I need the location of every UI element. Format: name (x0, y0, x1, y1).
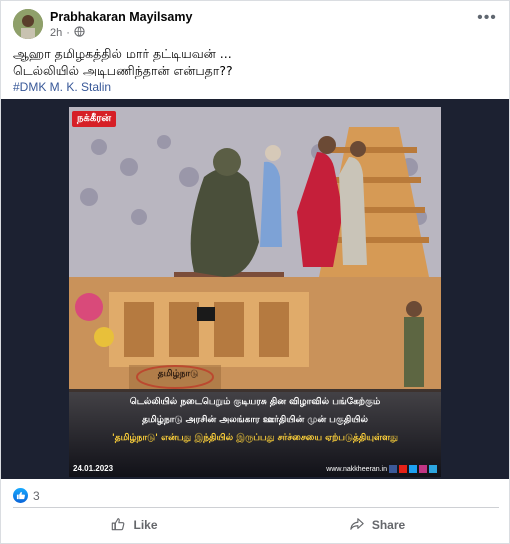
brand-logo: நக்கீரன் (72, 111, 117, 127)
divider (13, 507, 499, 508)
instagram-icon (419, 465, 427, 473)
share-arrow-icon (350, 517, 364, 534)
like-label: Like (133, 518, 158, 532)
post-meta: 2h · (50, 26, 85, 40)
more-options-button[interactable]: ••• (475, 9, 499, 31)
poster-date: 24.01.2023 (73, 464, 114, 473)
author-name[interactable]: Prabhakaran Mayilsamy (50, 10, 192, 24)
post-header: Prabhakaran Mayilsamy 2h · ••• (13, 9, 499, 41)
action-bar: Like Share (13, 509, 499, 541)
float-label: தமிழ்நாடு (157, 369, 199, 379)
post-time[interactable]: 2h (50, 27, 62, 39)
caption-line: 'தமிழ்நாடு' என்பது இந்தியில் இருப்பது சர… (111, 433, 399, 443)
youtube-icon (399, 465, 407, 473)
reactions-summary[interactable]: 3 (13, 488, 40, 503)
ellipsis-icon: ••• (477, 9, 497, 26)
poster-site: www.nakkheeran.in (326, 466, 387, 473)
thumbs-up-icon (111, 517, 125, 534)
caption-line: டெல்லியில் நடைபெறும் குடியரசு தின விழாவி… (129, 397, 381, 407)
globe-icon (74, 26, 85, 40)
facebook-icon (389, 465, 397, 473)
post-text-line: டெல்லியில் அடிபணிந்தான் என்பதா?? (13, 63, 233, 78)
caption-band: டெல்லியில் நடைபெறும் குடியரசு தின விழாவி… (69, 389, 441, 477)
post-image[interactable]: நக்கீரன் தமிழ்நாடு டெல்லியில் நடைபெறும் … (1, 99, 509, 479)
like-reaction-icon (13, 488, 28, 503)
share-label: Share (371, 518, 406, 532)
like-button[interactable]: Like (13, 509, 256, 541)
share-button[interactable]: Share (256, 509, 499, 541)
avatar[interactable] (13, 9, 43, 39)
hashtag-link[interactable]: #DMK M. K. Stalin (13, 80, 111, 94)
post-card: Prabhakaran Mayilsamy 2h · ••• ஆஹா தமிழக… (0, 0, 510, 544)
reaction-count: 3 (33, 488, 40, 503)
telegram-icon (429, 465, 437, 473)
post-text-line: ஆஹா தமிழகத்தில் மார் தட்டியவன் ... (13, 46, 232, 61)
caption-line: தமிழ்நாடு அரசின் அலங்கார ஊர்தியின் முன் … (142, 415, 368, 425)
social-icons (389, 465, 437, 473)
twitter-icon (409, 465, 417, 473)
post-text: ஆஹா தமிழகத்தில் மார் தட்டியவன் ... டெல்ல… (13, 45, 499, 79)
news-poster: நக்கீரன் தமிழ்நாடு டெல்லியில் நடைபெறும் … (69, 107, 441, 477)
